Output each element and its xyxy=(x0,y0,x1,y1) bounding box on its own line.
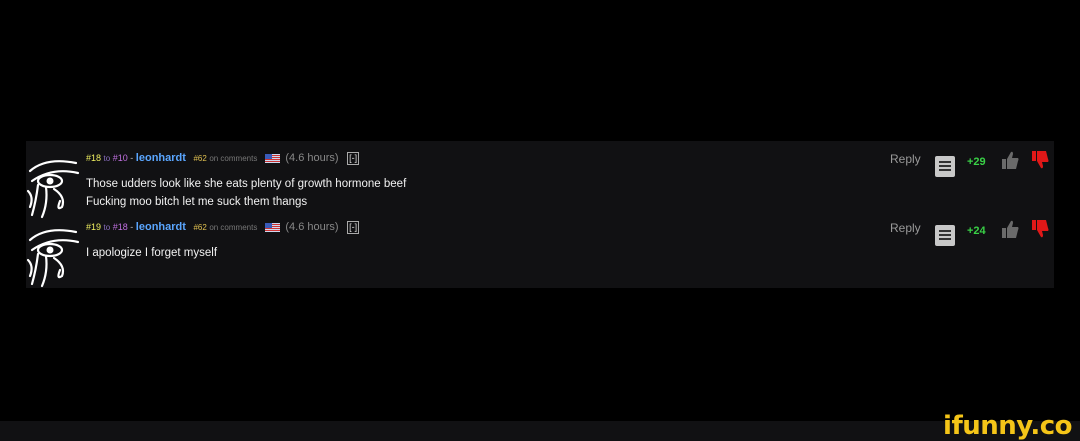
comments-panel: #18 to #10 - leonhardt #62 on comments (… xyxy=(26,141,1054,288)
thumbs-down-icon[interactable] xyxy=(1030,149,1050,171)
timestamp: (4.6 hours) xyxy=(285,221,339,233)
comment-meta: #18 to #10 - leonhardt #62 on comments (… xyxy=(86,152,360,166)
reply-to-label: to xyxy=(103,223,111,232)
comment: #18 to #10 - leonhardt #62 on comments (… xyxy=(26,147,1054,219)
thumbs-up-icon[interactable] xyxy=(1000,218,1020,240)
reply-to-label: to xyxy=(103,154,111,163)
rank-context: on comments xyxy=(209,154,258,163)
user-rank: #62 xyxy=(193,154,207,163)
username-link[interactable]: leonhardt xyxy=(136,152,186,164)
reply-to-number[interactable]: #18 xyxy=(113,222,128,232)
collapse-button[interactable]: [-] xyxy=(347,152,360,166)
comment-line: Fucking moo bitch let me suck them thang… xyxy=(86,196,308,208)
vote-score: +29 xyxy=(967,156,986,168)
thumbs-up-icon[interactable] xyxy=(1000,149,1020,171)
avatar-eye-of-horus-icon[interactable] xyxy=(26,220,84,288)
user-rank: #62 xyxy=(193,223,207,232)
comment-line: I apologize I forget myself xyxy=(86,247,218,259)
comment-body: Those udders look like she eats plenty o… xyxy=(86,175,406,211)
comment-body: I apologize I forget myself xyxy=(86,244,217,262)
reply-button[interactable]: Reply xyxy=(890,221,921,235)
menu-icon[interactable] xyxy=(935,225,955,246)
separator: - xyxy=(130,222,134,232)
thumbs-down-icon[interactable] xyxy=(1030,218,1050,240)
comment: #19 to #18 - leonhardt #62 on comments (… xyxy=(26,216,1054,288)
reply-to-number[interactable]: #10 xyxy=(113,153,128,163)
reply-button[interactable]: Reply xyxy=(890,152,921,166)
comment-number[interactable]: #19 xyxy=(86,222,101,232)
collapse-button[interactable]: [-] xyxy=(347,221,360,235)
vote-score: +24 xyxy=(967,225,986,237)
ifunny-watermark: ifunny.co xyxy=(943,411,1072,441)
us-flag-icon xyxy=(264,154,280,164)
comment-line: Those udders look like she eats plenty o… xyxy=(86,178,407,190)
us-flag-icon xyxy=(264,223,280,233)
footer-bar xyxy=(0,421,1080,441)
separator: - xyxy=(130,153,134,163)
rank-context: on comments xyxy=(209,223,258,232)
comment-meta: #19 to #18 - leonhardt #62 on comments (… xyxy=(86,221,360,235)
comment-number[interactable]: #18 xyxy=(86,153,101,163)
menu-icon[interactable] xyxy=(935,156,955,177)
avatar-eye-of-horus-icon[interactable] xyxy=(26,151,84,219)
timestamp: (4.6 hours) xyxy=(285,152,339,164)
username-link[interactable]: leonhardt xyxy=(136,221,186,233)
